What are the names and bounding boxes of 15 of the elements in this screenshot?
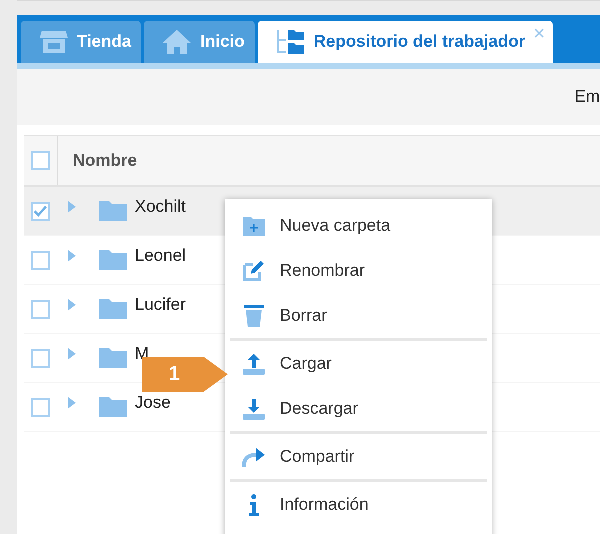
folder-name: Leonel <box>135 246 186 266</box>
toolbar-text: Emi <box>574 87 600 107</box>
tab-label: Tienda <box>77 32 132 52</box>
menu-label: Nueva carpeta <box>280 216 391 236</box>
tab-label: Inicio <box>200 32 245 52</box>
menu-label: Información <box>280 494 369 514</box>
menu-label: Descargar <box>280 398 358 418</box>
tab-label: Repositorio del trabajador <box>314 32 526 52</box>
menu-label: Cargar <box>280 354 332 374</box>
menu-label: Borrar <box>280 306 328 326</box>
folder-name: Xochilt <box>135 197 186 217</box>
folder-name: Lucifer <box>135 295 186 315</box>
menu-label: Renombrar <box>280 260 366 280</box>
menu-label: Compartir <box>280 446 355 466</box>
folder-name: Jose <box>135 393 171 413</box>
